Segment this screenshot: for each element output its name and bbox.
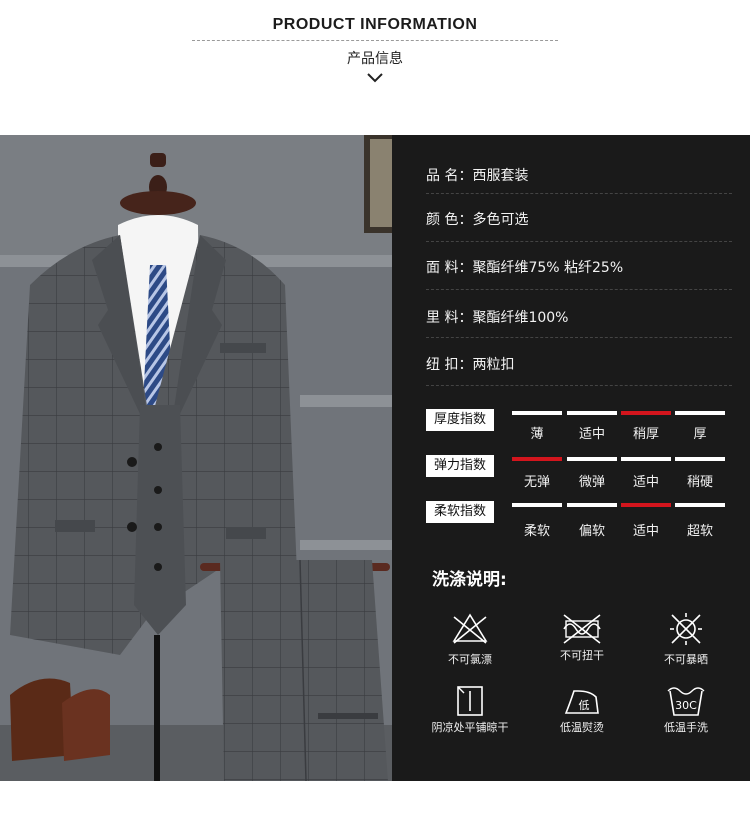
spec-row-name: 品 名：西服套装: [426, 165, 528, 185]
spec-label: 颜 色：: [426, 212, 473, 228]
elasticity-option: 无弹: [523, 475, 550, 490]
softness-index-label: 柔软指数: [426, 501, 494, 523]
elasticity-segment: [567, 457, 617, 461]
spec-row-fabric: 面 料：聚酯纤维75% 粘纤25%: [426, 257, 623, 277]
shade-dry-flat-icon: [457, 686, 483, 716]
softness-segment: [567, 503, 617, 507]
softness-option: 柔软: [523, 524, 550, 539]
thickness-segment: [675, 411, 725, 415]
spec-label: 里 料：: [426, 310, 473, 326]
elasticity-segment: [621, 457, 671, 461]
spec-label: 面 料：: [426, 260, 473, 276]
spec-row-lining: 里 料：聚酯纤维100%: [426, 307, 568, 327]
suit-illustration: [0, 135, 392, 781]
elasticity-index-label: 弹力指数: [426, 455, 494, 477]
spec-value: 聚酯纤维75% 粘纤25%: [472, 260, 624, 276]
header-title: PRODUCT INFORMATION: [272, 16, 478, 33]
care-label: 不可氯漂: [448, 653, 492, 666]
hand-wash-30-icon: 30C: [667, 687, 705, 716]
elasticity-segment-selected: [512, 457, 562, 461]
spec-row-color: 颜 色：多色可选: [426, 209, 528, 229]
elasticity-option: 适中: [632, 475, 659, 490]
thickness-option: 适中: [578, 427, 605, 442]
elasticity-segment: [675, 457, 725, 461]
spec-row-buttons: 纽 扣：两粒扣: [426, 354, 514, 374]
care-label: 低温手洗: [664, 721, 708, 734]
thickness-option: 稍厚: [632, 427, 659, 442]
row-divider: [426, 337, 732, 338]
product-info-panel: 品 名：西服套装 颜 色：多色可选 面 料：聚酯纤维75% 粘纤25% 里 料：…: [392, 135, 750, 781]
spec-label: 品 名：: [426, 168, 473, 184]
spec-label: 纽 扣：: [426, 357, 473, 373]
no-bleach-icon: [452, 613, 488, 644]
thickness-segment: [512, 411, 562, 415]
header-subtitle: 产品信息: [347, 51, 403, 67]
row-divider: [426, 241, 732, 242]
product-photo: [0, 135, 392, 781]
thickness-option: 厚: [693, 427, 707, 442]
elasticity-option: 稍硬: [686, 475, 713, 490]
softness-option: 偏软: [578, 524, 605, 539]
row-divider: [426, 289, 732, 290]
low-iron-icon: 低: [564, 690, 599, 714]
care-label: 不可扭干: [560, 649, 604, 662]
thickness-option: 薄: [530, 427, 544, 442]
spec-value: 西服套装: [472, 168, 529, 184]
spec-value: 两粒扣: [472, 357, 515, 373]
row-divider: [426, 193, 732, 194]
softness-option: 适中: [632, 524, 659, 539]
wash-temp-text: 30C: [675, 699, 697, 712]
elasticity-option: 微弹: [578, 475, 605, 490]
iron-temp-text: 低: [579, 699, 590, 712]
softness-segment-selected: [621, 503, 671, 507]
softness-option: 超软: [686, 524, 713, 539]
softness-segment: [512, 503, 562, 507]
row-divider: [426, 385, 732, 386]
thickness-segment: [567, 411, 617, 415]
header-divider: [192, 40, 558, 41]
thickness-index-label: 厚度指数: [426, 409, 494, 431]
thickness-segment-selected: [621, 411, 671, 415]
product-info-header: PRODUCT INFORMATION 产品信息: [0, 0, 750, 135]
no-wring-icon: [563, 614, 601, 644]
spec-value: 多色可选: [472, 212, 529, 228]
spec-value: 聚酯纤维100%: [472, 310, 569, 326]
softness-segment: [675, 503, 725, 507]
chevron-down-icon: [367, 73, 383, 83]
care-instructions-title: 洗涤说明:: [432, 570, 507, 590]
care-label: 不可暴晒: [664, 653, 708, 666]
care-label: 低温熨烫: [560, 721, 604, 734]
no-sun-dry-icon: [670, 613, 702, 645]
care-label: 阴凉处平铺晾干: [431, 721, 509, 734]
